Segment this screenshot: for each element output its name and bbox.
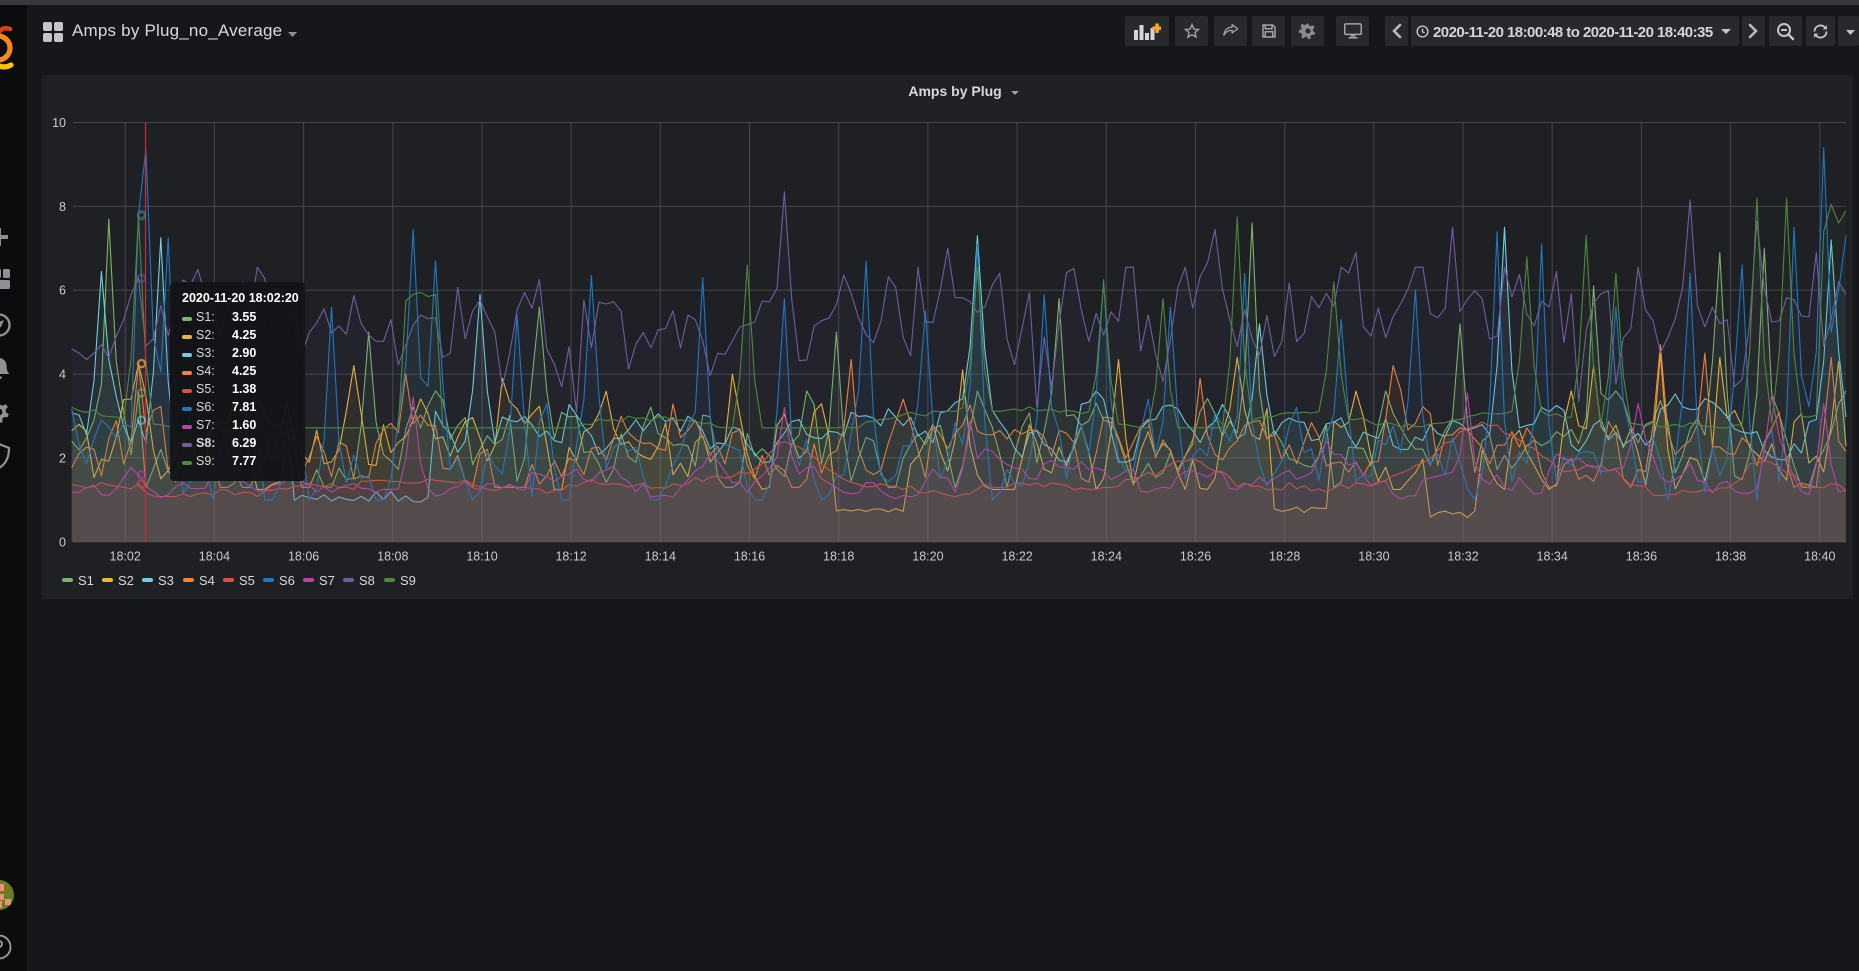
svg-text:18:16: 18:16 xyxy=(734,550,765,564)
svg-text:18:06: 18:06 xyxy=(288,550,319,564)
svg-text:18:22: 18:22 xyxy=(1001,550,1032,564)
svg-text:6: 6 xyxy=(59,284,66,298)
svg-text:8: 8 xyxy=(59,200,66,214)
svg-text:18:32: 18:32 xyxy=(1447,550,1478,564)
svg-text:18:26: 18:26 xyxy=(1180,550,1211,564)
svg-text:18:20: 18:20 xyxy=(912,550,943,564)
svg-text:18:14: 18:14 xyxy=(645,550,676,564)
svg-text:2: 2 xyxy=(59,451,66,465)
svg-text:18:12: 18:12 xyxy=(555,550,586,564)
svg-text:18:08: 18:08 xyxy=(377,550,408,564)
svg-text:18:34: 18:34 xyxy=(1537,550,1568,564)
svg-text:4: 4 xyxy=(59,368,66,382)
svg-text:18:30: 18:30 xyxy=(1358,550,1389,564)
svg-text:10: 10 xyxy=(52,116,66,130)
svg-text:18:40: 18:40 xyxy=(1804,550,1835,564)
svg-text:18:36: 18:36 xyxy=(1626,550,1657,564)
svg-text:18:10: 18:10 xyxy=(466,550,497,564)
svg-text:18:24: 18:24 xyxy=(1091,550,1122,564)
svg-text:18:28: 18:28 xyxy=(1269,550,1300,564)
svg-text:18:38: 18:38 xyxy=(1715,550,1746,564)
svg-text:0: 0 xyxy=(59,535,66,549)
svg-text:18:02: 18:02 xyxy=(110,550,141,564)
svg-text:18:04: 18:04 xyxy=(199,550,230,564)
svg-text:18:18: 18:18 xyxy=(823,550,854,564)
